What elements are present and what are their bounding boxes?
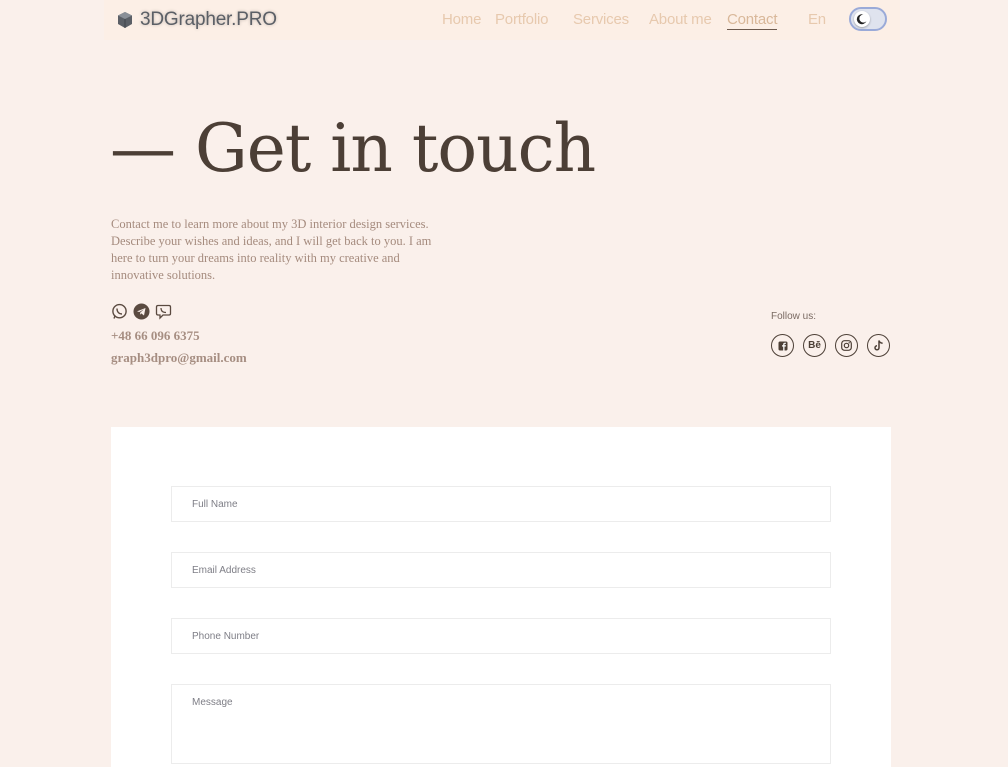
tiktok-icon[interactable] [867,334,890,357]
nav-link-portfolio[interactable]: Portfolio [495,11,548,28]
email-input[interactable] [171,552,831,588]
top-navbar: 3DGrapher.PRO Home Portfolio Services Ab… [104,0,900,40]
nav-link-contact[interactable]: Contact [727,11,777,30]
brand-logo[interactable]: 3DGrapher.PRO [116,9,277,31]
full-name-input[interactable] [171,486,831,522]
facebook-icon[interactable] [771,334,794,357]
behance-icon[interactable]: Bē [803,334,826,357]
phone-number[interactable]: +48 66 096 6375 [111,328,200,344]
telegram-icon[interactable] [133,303,150,320]
phone-input[interactable] [171,618,831,654]
language-selector[interactable]: En [808,11,826,28]
nav-link-about[interactable]: About me [649,11,712,28]
page-title: — Get in touch [110,110,596,187]
cube-icon [118,12,132,28]
theme-toggle[interactable] [849,7,887,31]
email-address[interactable]: graph3dpro@gmail.com [111,350,247,366]
brand-name: 3DGrapher.PRO [140,9,277,30]
whatsapp-icon[interactable] [111,303,128,320]
intro-text: Contact me to learn more about my 3D int… [111,217,432,282]
follow-us-label: Follow us: [771,311,817,322]
contact-form [111,427,891,767]
messenger-links [111,303,172,320]
message-textarea[interactable] [171,684,831,764]
social-links: Bē [771,334,890,357]
instagram-icon[interactable] [835,334,858,357]
nav-link-home[interactable]: Home [442,11,481,28]
nav-link-services[interactable]: Services [573,11,629,28]
moon-icon [854,11,870,27]
viber-icon[interactable] [155,303,172,320]
